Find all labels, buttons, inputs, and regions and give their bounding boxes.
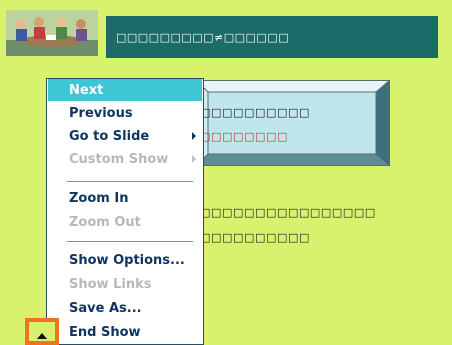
slide-title: □□□□□□□□□≠□□□□□□ bbox=[116, 30, 290, 44]
slideshow-context-menu: Next Previous Go to Slide Custom Show Zo… bbox=[46, 78, 204, 345]
slide-header-image bbox=[6, 10, 98, 56]
menu-separator bbox=[67, 181, 193, 182]
slide-bevel-box bbox=[195, 79, 391, 167]
box-text-line-2: □□□□□□□□ bbox=[200, 130, 288, 143]
menu-item-show-options[interactable]: Show Options... bbox=[48, 249, 202, 271]
chevron-right-icon bbox=[192, 132, 196, 140]
menu-item-next[interactable]: Next bbox=[48, 79, 202, 101]
menu-item-label: End Show bbox=[69, 324, 141, 340]
menu-item-show-links: Show Links bbox=[48, 273, 202, 295]
box-text-line-1: □□□□□□□□□□ bbox=[200, 106, 310, 119]
menu-item-label: Go to Slide bbox=[69, 128, 150, 144]
body-text-line-1: □□□□□□□□□□□□□□□□ bbox=[200, 206, 376, 219]
menu-item-label: Show Options... bbox=[69, 252, 185, 268]
popup-menu-button[interactable] bbox=[25, 318, 59, 345]
body-text-line-2: □□□□□□□□□□ bbox=[200, 231, 310, 244]
chevron-right-icon bbox=[192, 155, 196, 163]
menu-item-zoom-in[interactable]: Zoom In bbox=[48, 187, 202, 209]
menu-item-previous[interactable]: Previous bbox=[48, 102, 202, 124]
menu-separator bbox=[67, 241, 193, 242]
menu-item-zoom-out: Zoom Out bbox=[48, 211, 202, 233]
menu-item-label: Custom Show bbox=[69, 151, 169, 167]
menu-item-custom-show: Custom Show bbox=[48, 148, 202, 170]
menu-item-end-show[interactable]: End Show bbox=[48, 321, 202, 343]
triangle-up-icon bbox=[37, 333, 47, 339]
menu-item-label: Save As... bbox=[69, 300, 142, 316]
menu-item-label: Previous bbox=[69, 105, 133, 121]
menu-item-save-as[interactable]: Save As... bbox=[48, 297, 202, 319]
slide-title-bar: □□□□□□□□□≠□□□□□□ bbox=[106, 16, 438, 58]
menu-item-label: Show Links bbox=[69, 276, 152, 292]
menu-item-label: Zoom In bbox=[69, 190, 129, 206]
menu-item-label: Next bbox=[69, 82, 104, 98]
menu-item-label: Zoom Out bbox=[69, 214, 141, 230]
menu-item-go-to-slide[interactable]: Go to Slide bbox=[48, 125, 202, 147]
